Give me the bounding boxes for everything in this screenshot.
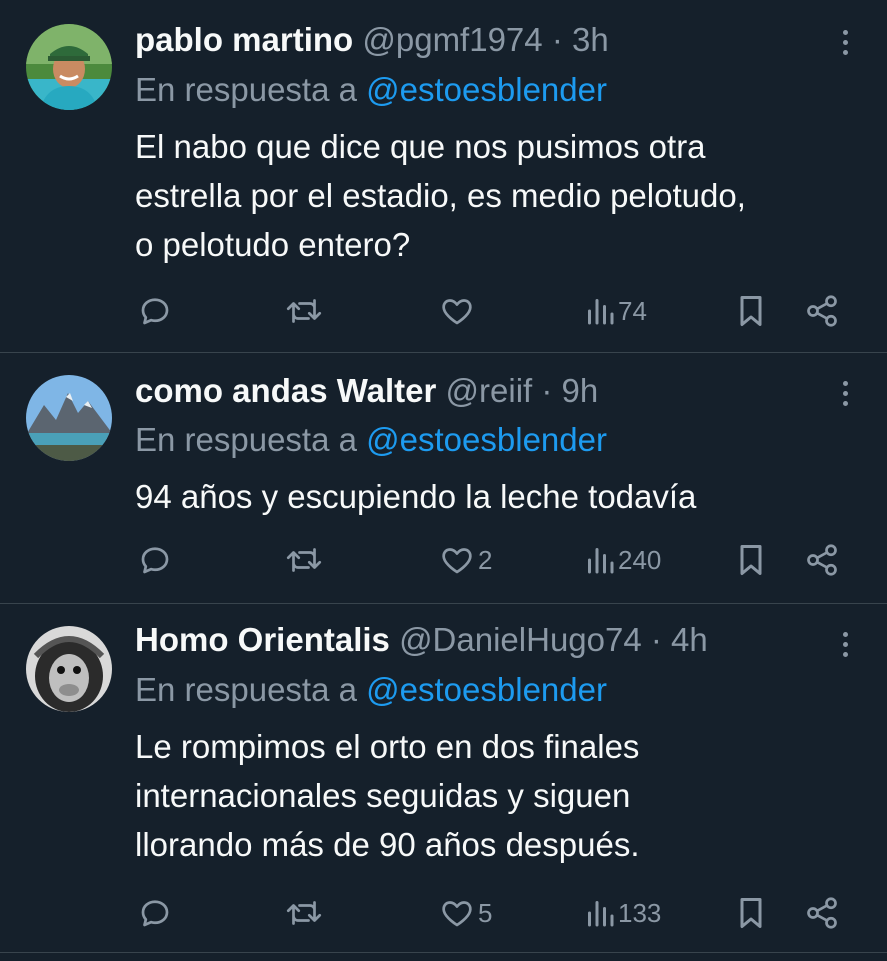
tweet[interactable]: Homo Orientalis @DanielHugo74 · 4h En re… (0, 604, 887, 953)
views-button[interactable]: 133 (584, 893, 661, 933)
bookmark-button[interactable] (735, 893, 767, 933)
action-bar: 74 (0, 291, 887, 331)
tweet-text: El nabo que dice que nos pusimos otra es… (135, 122, 865, 269)
bookmark-icon (740, 898, 762, 928)
views-button[interactable]: 74 (584, 291, 647, 331)
retweet-icon (286, 548, 322, 572)
like-icon (442, 548, 472, 574)
reply-button[interactable] (137, 893, 173, 933)
view-count: 240 (618, 544, 662, 575)
tweet-line: estrella por el estadio, es medio pelotu… (135, 177, 746, 214)
share-icon (807, 897, 837, 929)
like-button[interactable] (438, 291, 478, 331)
reply-handle[interactable]: @estoesblender (366, 671, 607, 708)
timestamp[interactable]: · 4h (651, 621, 708, 658)
like-icon (442, 299, 472, 325)
views-icon (588, 901, 614, 927)
retweet-icon (286, 299, 322, 323)
bookmark-button[interactable] (735, 291, 767, 331)
view-count: 74 (618, 295, 647, 326)
views-icon (588, 548, 614, 574)
tweet-line: o pelotudo entero? (135, 226, 411, 263)
share-icon (807, 295, 837, 327)
reply-prefix: En respuesta a (135, 71, 357, 108)
retweet-icon (286, 901, 322, 925)
retweet-button[interactable] (284, 893, 324, 933)
share-button[interactable] (804, 291, 840, 331)
tweet-text: 94 años y escupiendo la leche todavía (135, 472, 865, 521)
timestamp[interactable]: · 9h (541, 372, 598, 409)
retweet-button[interactable] (284, 540, 324, 580)
tweet[interactable]: pablo martino @pgmf1974 · 3h En respuest… (0, 0, 887, 353)
reply-icon (141, 900, 169, 927)
avatar[interactable] (26, 24, 112, 110)
user-handle[interactable]: @pgmf1974 (362, 21, 542, 58)
action-bar: 5 133 (0, 893, 887, 933)
bookmark-button[interactable] (735, 540, 767, 580)
more-icon[interactable] (833, 24, 857, 60)
display-name[interactable]: pablo martino (135, 21, 353, 58)
reply-icon (141, 298, 169, 325)
like-icon (442, 901, 472, 927)
more-icon[interactable] (833, 375, 857, 411)
views-icon (588, 299, 614, 325)
like-button[interactable]: 2 (438, 540, 492, 580)
tweet-line: Le rompimos el orto en dos finales (135, 728, 640, 765)
reply-icon (141, 547, 169, 574)
tweet-line: El nabo que dice que nos pusimos otra (135, 128, 706, 165)
tweet-header: pablo martino @pgmf1974 · 3h (135, 20, 827, 60)
reply-context: En respuesta a @estoesblender (135, 670, 607, 710)
user-handle[interactable]: @DanielHugo74 (399, 621, 642, 658)
view-count: 133 (618, 897, 662, 928)
tweet-header: Homo Orientalis @DanielHugo74 · 4h (135, 620, 827, 660)
reply-context: En respuesta a @estoesblender (135, 420, 607, 460)
display-name[interactable]: como andas Walter (135, 372, 436, 409)
reply-handle[interactable]: @estoesblender (366, 71, 607, 108)
tweet-text: Le rompimos el orto en dos finales inter… (135, 722, 865, 869)
like-button[interactable]: 5 (438, 893, 492, 933)
tweet-line: internacionales seguidas y siguen (135, 777, 631, 814)
timestamp[interactable]: · 3h (552, 21, 609, 58)
tweet-line: llorando más de 90 años después. (135, 826, 640, 863)
reply-handle[interactable]: @estoesblender (366, 421, 607, 458)
share-button[interactable] (804, 893, 840, 933)
reply-prefix: En respuesta a (135, 421, 357, 458)
action-bar: 2 240 (0, 540, 887, 580)
bookmark-icon (740, 296, 762, 326)
share-button[interactable] (804, 540, 840, 580)
avatar[interactable] (26, 626, 112, 712)
bookmark-icon (740, 545, 762, 575)
reply-button[interactable] (137, 291, 173, 331)
tweet-line: 94 años y escupiendo la leche todavía (135, 478, 697, 515)
reply-button[interactable] (137, 540, 173, 580)
like-count: 5 (478, 897, 493, 928)
tweet-header: como andas Walter @reiif · 9h (135, 371, 827, 411)
user-handle[interactable]: @reiif (446, 372, 533, 409)
avatar[interactable] (26, 375, 112, 461)
retweet-button[interactable] (284, 291, 324, 331)
share-icon (807, 544, 837, 576)
tweet[interactable]: como andas Walter @reiif · 9h En respues… (0, 353, 887, 604)
display-name[interactable]: Homo Orientalis (135, 621, 390, 658)
reply-prefix: En respuesta a (135, 671, 357, 708)
like-count: 2 (478, 544, 493, 575)
views-button[interactable]: 240 (584, 540, 661, 580)
more-icon[interactable] (833, 626, 857, 662)
reply-context: En respuesta a @estoesblender (135, 70, 607, 110)
